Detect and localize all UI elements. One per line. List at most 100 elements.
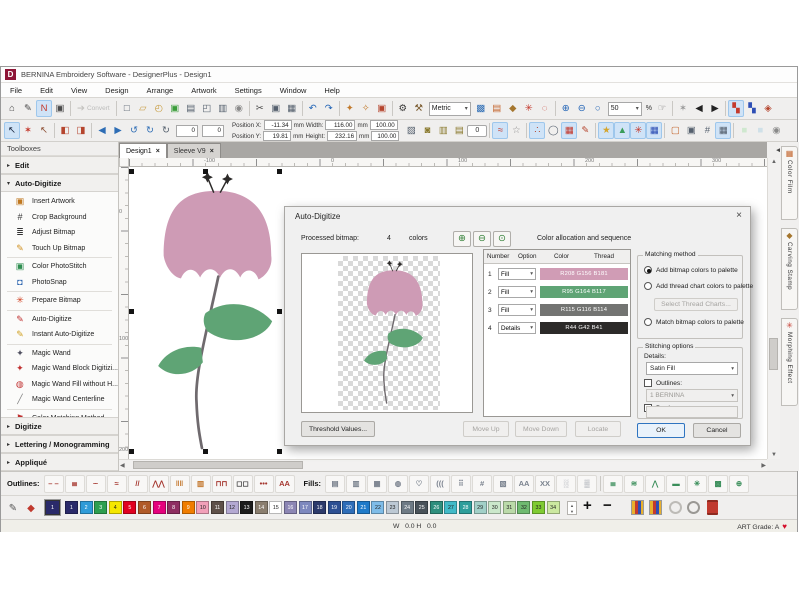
show-bitmap-icon[interactable]: ▩ <box>473 100 489 117</box>
print-icon[interactable]: ▤ <box>183 100 199 117</box>
reshape-icon[interactable]: ◧ <box>57 122 73 139</box>
outline-triple-icon[interactable]: ≣ <box>65 475 85 493</box>
measurement-units-dropdown[interactable]: Metric▾ <box>429 102 471 116</box>
palette-swatch-13[interactable]: 13 <box>240 501 253 514</box>
measure-icon[interactable]: ✶ <box>675 100 691 117</box>
outline-sculpture-icon[interactable]: ┄ <box>86 475 106 493</box>
toolbox-auto-digitize[interactable]: ▾Auto-Digitize <box>1 174 118 192</box>
selection-handle[interactable] <box>277 309 282 314</box>
palette-swatch-16[interactable]: 16 <box>284 501 297 514</box>
vertical-scroll-thumb[interactable] <box>769 338 778 370</box>
palette-swatch-33[interactable]: 33 <box>532 501 545 514</box>
previous-object-icon[interactable]: ◀ <box>691 100 707 117</box>
table-row[interactable]: 2 Fill▾ R95 G164 B117 <box>484 284 630 301</box>
palette-swatch-8[interactable]: 8 <box>167 501 180 514</box>
menu-settings[interactable]: Settings <box>226 86 271 95</box>
selection-handle[interactable] <box>129 309 134 314</box>
option-dropdown[interactable]: Fill▾ <box>498 268 536 280</box>
palette-swatch-34[interactable]: 34 <box>547 501 560 514</box>
shapes-tool-icon[interactable]: ▲ <box>614 122 630 139</box>
menu-design[interactable]: Design <box>96 86 137 95</box>
tool-magic-wand-fill-without-h[interactable]: ◍Magic Wand Fill without H... <box>1 377 118 393</box>
eyedropper-icon[interactable]: ✎ <box>5 500 21 516</box>
selection-handle[interactable] <box>129 449 134 454</box>
point-select-icon[interactable]: ↖ <box>36 122 52 139</box>
nudge-field[interactable]: 0 <box>467 125 487 137</box>
palette-swatch-30[interactable]: 30 <box>488 501 501 514</box>
flower-artwork[interactable] <box>129 169 284 453</box>
width-field[interactable]: 116.00 <box>325 120 355 130</box>
palette-swatch-29[interactable]: 29 <box>474 501 487 514</box>
artwork-canvas-icon[interactable]: N <box>36 100 52 117</box>
menu-file[interactable]: File <box>1 86 31 95</box>
palette-swatch-22[interactable]: 22 <box>371 501 384 514</box>
toolbox-lettering[interactable]: ▸Lettering / Monogramming <box>1 435 118 453</box>
rotate-angle-field[interactable]: 0 <box>176 125 198 137</box>
scroll-left-icon[interactable]: ◀ <box>120 462 125 469</box>
close-tab-icon[interactable]: × <box>156 148 160 155</box>
open-recent-icon[interactable]: ◴ <box>151 100 167 117</box>
palette-swatch-9[interactable]: 9 <box>182 501 195 514</box>
flower-pattern-icon[interactable]: ✳ <box>630 122 646 139</box>
outline-candlewicking-icon[interactable]: ••• <box>254 475 274 493</box>
zoom-level-dropdown[interactable]: 50▾ <box>608 102 642 116</box>
next-object-icon[interactable]: ▶ <box>707 100 723 117</box>
tool-prepare-bitmap[interactable]: ✳Prepare Bitmap <box>1 293 118 309</box>
stitch-angle-icon[interactable]: ≈ <box>492 122 508 139</box>
outline-blackwork-icon[interactable]: ◻◻ <box>233 475 253 493</box>
tab-design1[interactable]: Design1× <box>119 143 167 158</box>
design-player-icon[interactable]: ◈ <box>760 100 776 117</box>
scroll-up-icon[interactable]: ▲ <box>771 159 777 165</box>
fill-pattern-aa-icon[interactable]: AA <box>514 475 534 493</box>
option-dropdown[interactable]: Details▾ <box>498 322 536 334</box>
radio-match-bitmap-colors[interactable]: Match bitmap colors to palette <box>644 318 744 326</box>
option-dropdown[interactable]: Fill▾ <box>498 286 536 298</box>
tab-color-film[interactable]: ▦ Color Film <box>781 146 798 220</box>
spinner-down-icon[interactable]: ▼ <box>570 509 574 514</box>
stipple-icon[interactable]: ∴ <box>529 122 545 139</box>
table-row[interactable]: 1 Fill▾ R208 G156 B181 <box>484 266 630 283</box>
palette-swatch-15[interactable]: 15 <box>269 501 282 514</box>
selection-handle[interactable] <box>129 169 134 174</box>
menu-arrange[interactable]: Arrange <box>138 86 183 95</box>
palette-swatch-24[interactable]: 24 <box>401 501 414 514</box>
position-x-field[interactable]: -11.34 <box>264 120 292 130</box>
copy-to-design-icon[interactable]: ▣ <box>374 100 390 117</box>
thread-red-icon[interactable]: ▚ <box>728 100 744 117</box>
reshape-object-icon[interactable]: ◨ <box>73 122 89 139</box>
pattern-stamp-icon[interactable]: ▦ <box>561 122 577 139</box>
selection-handle[interactable] <box>277 169 282 174</box>
redo-icon[interactable]: ↷ <box>321 100 337 117</box>
scroll-right-icon[interactable]: ▶ <box>761 462 766 469</box>
close-tab-icon[interactable]: × <box>210 148 214 155</box>
palette-swatch-18[interactable]: 18 <box>313 501 326 514</box>
color-film-toggle-icon[interactable]: ▤ <box>489 100 505 117</box>
home-icon[interactable]: ⌂ <box>4 100 20 117</box>
fill-stipple-icon[interactable]: ░ <box>556 475 576 493</box>
palette-swatch-14[interactable]: 14 <box>255 501 268 514</box>
hide-unused-colors-icon[interactable] <box>669 501 682 514</box>
select-object-icon[interactable]: ↖ <box>4 122 20 139</box>
dialog-zoom-out-icon[interactable]: ⊖ <box>473 231 491 247</box>
proportional-scale-icon[interactable]: ▨ <box>403 122 419 139</box>
outline-satin-icon[interactable]: ‖‖ <box>170 475 190 493</box>
mouse-pointer-icon[interactable]: ◉ <box>231 100 247 117</box>
background-toggle-icon[interactable]: ▣ <box>683 122 699 139</box>
pan-icon[interactable]: ☞ <box>654 100 670 117</box>
palette-spinner[interactable]: ▲▼ <box>567 501 577 515</box>
carving-stamp-toggle-icon[interactable]: ◆ <box>505 100 521 117</box>
fill-gear-icon[interactable]: ✳ <box>687 475 707 493</box>
cycle-colors-icon[interactable] <box>687 501 700 514</box>
palette-swatch-2[interactable]: 2 <box>80 501 93 514</box>
palette-swatch-28[interactable]: 28 <box>459 501 472 514</box>
toolbox-digitize[interactable]: ▸Digitize <box>1 417 118 435</box>
outline-zigzag-icon[interactable]: ⋀⋀ <box>149 475 169 493</box>
gradient-pen-icon[interactable]: ✎ <box>577 122 593 139</box>
write-to-machine-icon[interactable]: ▥ <box>215 100 231 117</box>
thread-spool-icon[interactable] <box>707 500 718 515</box>
toolbox-applique[interactable]: ▸Appliqué <box>1 453 118 471</box>
menu-artwork[interactable]: Artwork <box>182 86 225 95</box>
palette-swatch-31[interactable]: 31 <box>503 501 516 514</box>
outline-run-icon[interactable]: – – <box>44 475 64 493</box>
tool-photosnap[interactable]: ◘PhotoSnap <box>1 275 118 291</box>
